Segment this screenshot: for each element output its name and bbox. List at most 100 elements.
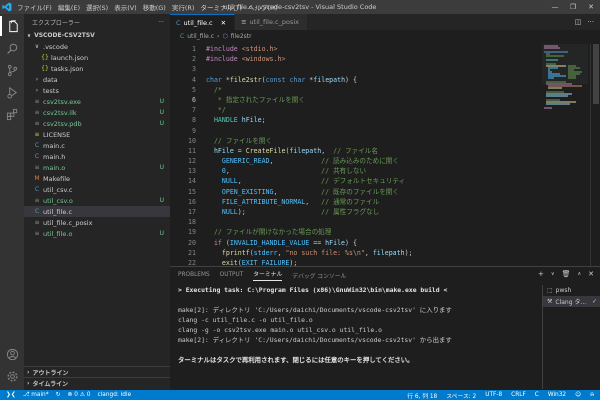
editor-scrollbar[interactable] xyxy=(590,44,600,266)
file-tree-item[interactable]: ≡ util_file.o U xyxy=(24,228,170,239)
line-ending[interactable]: CRLF xyxy=(511,392,526,398)
c-file-icon: C xyxy=(176,18,181,27)
file-tree-item[interactable]: › tests xyxy=(24,85,170,96)
problems-status[interactable]: ⊗ 0 ⚠︎ 0 xyxy=(68,392,91,398)
remote-icon[interactable]: ❯❮ xyxy=(6,392,16,398)
file-tree-item[interactable]: ≡ csv2tsv.pdb U xyxy=(24,118,170,129)
file-tree-item[interactable]: ≡ util_file.c_posix xyxy=(24,217,170,228)
cursor-position[interactable]: 行 6, 列 18 xyxy=(407,391,437,400)
terminal-item-clang[interactable]: ⚒︎ Clang タ... ✓ xyxy=(543,296,600,307)
file-tree-item[interactable]: Cmain.h xyxy=(24,151,170,162)
breadcrumb-file[interactable]: util_file.c xyxy=(187,33,214,40)
file-tree-item[interactable]: ∨ .vscode xyxy=(24,41,170,52)
file-tree-item[interactable]: ≡ csv2tsv.exe U xyxy=(24,96,170,107)
settings-gear-icon[interactable] xyxy=(0,366,24,386)
tab-util-file-c[interactable]: C util_file.c ✕ xyxy=(170,14,236,30)
file-tree-item-label: util_file.c_posix xyxy=(43,218,93,227)
file-icon: ≡ xyxy=(34,164,40,171)
tab-debug-console[interactable]: デバッグ コンソール xyxy=(292,271,346,280)
kill-terminal-icon[interactable]: 🗑︎ xyxy=(562,270,571,279)
clangd-status[interactable]: clangd: idle xyxy=(98,392,132,398)
menu-terminal[interactable]: ターミナル(T) xyxy=(197,2,245,12)
minimap[interactable] xyxy=(542,44,588,144)
code-line: 11 hFile = CreateFile(filepath, // ファイル名 xyxy=(188,146,378,155)
menu-edit[interactable]: 編集(E) xyxy=(55,2,83,12)
chevron-down-icon[interactable]: ∨ xyxy=(551,270,555,279)
minimize-icon[interactable]: — xyxy=(546,0,564,14)
menu-help[interactable]: ヘルプ(H) xyxy=(245,2,280,12)
file-tree-item[interactable]: {} tasks.json xyxy=(24,63,170,74)
file-icon: ≡ xyxy=(34,219,40,226)
search-icon[interactable] xyxy=(0,38,24,58)
timeline-label: タイムライン xyxy=(32,380,69,388)
error-count: 0 xyxy=(74,392,78,398)
panel-tabs: PROBLEMS OUTPUT ターミナル デバッグ コンソール xyxy=(170,267,600,283)
function-icon: ⬡ xyxy=(222,32,228,40)
menu-run[interactable]: 実行(R) xyxy=(169,2,198,12)
more-actions-icon[interactable]: ··· xyxy=(587,18,594,26)
tab-terminal[interactable]: ターミナル xyxy=(253,269,283,281)
run-debug-icon[interactable] xyxy=(0,82,24,102)
notifications-bell-icon[interactable]: ⍾ xyxy=(590,392,594,399)
file-tree-item-label: tasks.json xyxy=(51,64,84,73)
file-tree-item[interactable]: ≡ LICENSE xyxy=(24,129,170,140)
tab-output[interactable]: OUTPUT xyxy=(220,272,244,278)
file-tree-item[interactable]: ≡ util_csv.o U xyxy=(24,195,170,206)
file-tree-item[interactable]: Cutil_csv.c xyxy=(24,184,170,195)
panel-actions: + ∨ 🗑︎ ∧ ✕ xyxy=(538,270,594,279)
file-tree-item[interactable]: M Makefile xyxy=(24,173,170,184)
tab-label: util_file.c xyxy=(183,18,213,27)
tab-problems[interactable]: PROBLEMS xyxy=(178,272,210,278)
new-terminal-icon[interactable]: + xyxy=(538,270,544,279)
file-tree-item-label: util_csv.c xyxy=(43,185,73,194)
file-tree-item[interactable]: › data xyxy=(24,74,170,85)
file-icon: ≡ xyxy=(34,98,40,105)
code-line: 15 OPEN_EXISTING, // 既存のファイルを開く xyxy=(188,187,399,196)
breadcrumb-symbol[interactable]: file2str xyxy=(231,33,252,40)
feedback-icon[interactable]: ☺ xyxy=(575,392,581,398)
code-line: 1 #include <stdio.h> xyxy=(192,45,278,53)
maximize-panel-icon[interactable]: ∧ xyxy=(577,270,581,279)
tab-util-file-c-posix[interactable]: ≡ util_file.c_posix xyxy=(235,14,308,30)
more-actions-icon[interactable]: ··· xyxy=(158,19,164,26)
os-config[interactable]: Win32 xyxy=(548,392,566,398)
maximize-icon[interactable]: ❐ xyxy=(564,0,582,14)
tab-label: util_file.c_posix xyxy=(249,18,299,26)
source-control-icon[interactable] xyxy=(0,60,24,80)
close-panel-icon[interactable]: ✕ xyxy=(588,270,594,279)
file-tree-item[interactable]: {} launch.json xyxy=(24,52,170,63)
encoding[interactable]: UTF-8 xyxy=(485,392,502,398)
timeline-section-header[interactable]: › タイムライン xyxy=(24,377,170,388)
extensions-icon[interactable] xyxy=(0,104,24,124)
file-tree-item[interactable]: Cutil_file.c xyxy=(24,206,170,217)
branch-name: main* xyxy=(31,392,49,398)
code-line: 8 HANDLE hFile; xyxy=(192,116,266,125)
menu-go[interactable]: 移動(G) xyxy=(140,2,169,12)
menu-selection[interactable]: 選択(S) xyxy=(83,2,111,12)
file-tree-item[interactable]: Cmain.c xyxy=(24,140,170,151)
close-tab-icon[interactable]: ✕ xyxy=(221,19,226,27)
file-tree-item[interactable]: ≡ main.o U xyxy=(24,162,170,173)
terminal-item-pwsh[interactable]: ⬚ pwsh xyxy=(543,285,600,296)
workspace-folder-header[interactable]: ∨ VSCODE-CSV2TSV xyxy=(24,30,170,41)
outline-section-header[interactable]: › アウトライン xyxy=(24,366,170,377)
git-branch-icon: ⎇ xyxy=(22,392,30,398)
terminal-list: ⬚ pwsh ⚒︎ Clang タ... ✓ xyxy=(542,285,600,389)
split-editor-icon[interactable]: ◫ xyxy=(575,18,582,26)
language-mode[interactable]: C xyxy=(535,392,539,398)
branch-status[interactable]: ⎇ main* xyxy=(23,392,49,398)
tools-icon: ⚒︎ xyxy=(547,298,553,305)
git-status-badge: U xyxy=(159,230,164,237)
indentation[interactable]: スペース: 2 xyxy=(446,391,476,400)
sync-icon[interactable]: ↻ xyxy=(56,392,61,398)
menu-file[interactable]: ファイル(F) xyxy=(14,2,55,12)
code-editor[interactable]: 1 #include <stdio.h> 2 #include <windows.h… xyxy=(170,44,540,278)
close-icon[interactable]: ✕ xyxy=(582,0,600,14)
account-icon[interactable] xyxy=(0,344,24,364)
git-status-badge: U xyxy=(159,164,164,171)
file-tree-item[interactable]: ≡ csv2tsv.ilk U xyxy=(24,107,170,118)
file-tree: ∨ .vscode{} launch.json{} tasks.json › data › t… xyxy=(24,41,170,239)
explorer-icon[interactable] xyxy=(0,16,24,36)
terminal-output[interactable]: > Executing task: C:\Program Files (x86)… xyxy=(178,285,538,365)
menu-view[interactable]: 表示(V) xyxy=(111,2,140,12)
